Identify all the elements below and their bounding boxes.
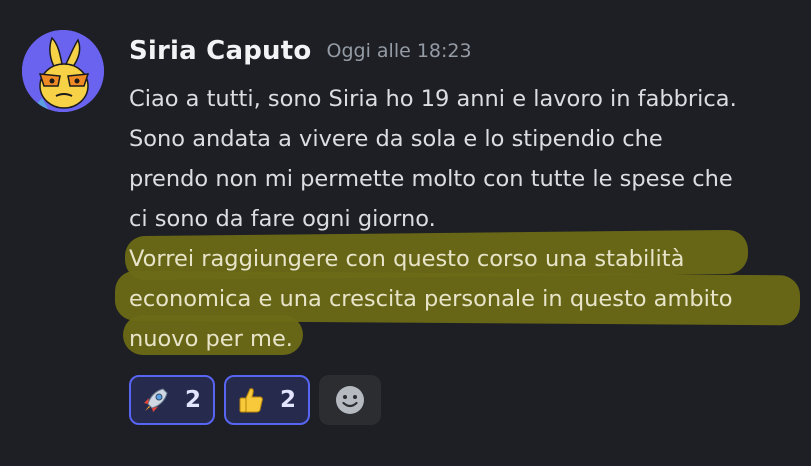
thumbs-up-icon [239,388,263,413]
reactions-bar: 2 2 [129,375,382,425]
reaction-count: 2 [185,387,202,413]
username[interactable]: Siria Caputo [129,36,311,66]
reaction-thumbs-up[interactable]: 2 [224,375,311,425]
message-line: Sono andata a vivere da sola e lo stipen… [129,126,663,152]
highlighted-line: economica e una crescita personale in qu… [114,270,809,326]
message-line: Ciao a tutti, sono Siria ho 19 anni e la… [129,86,737,112]
message-header: Siria Caputo Oggi alle 18:23 [129,36,472,66]
message-line: economica e una crescita personale in qu… [129,286,733,312]
message-body: Ciao a tutti, sono Siria ho 19 anni e la… [114,79,809,359]
smiley-icon [336,386,365,414]
chat-message: Siria Caputo Oggi alle 18:23 Ciao a tutt… [0,0,811,466]
add-reaction-button[interactable] [319,375,382,425]
reaction-rocket[interactable]: 2 [129,375,216,425]
avatar[interactable] [22,30,104,112]
timestamp: Oggi alle 18:23 [326,40,472,62]
rocket-icon [144,388,168,412]
reaction-count: 2 [280,387,297,413]
message-line: nuovo per me. [129,326,293,352]
message-line: Vorrei raggiungere con questo corso una … [129,246,685,272]
highlighted-line: nuovo per me. [123,315,809,359]
bunny-avatar-icon [22,30,104,112]
message-line: prendo non mi permette molto con tutte l… [129,166,733,192]
